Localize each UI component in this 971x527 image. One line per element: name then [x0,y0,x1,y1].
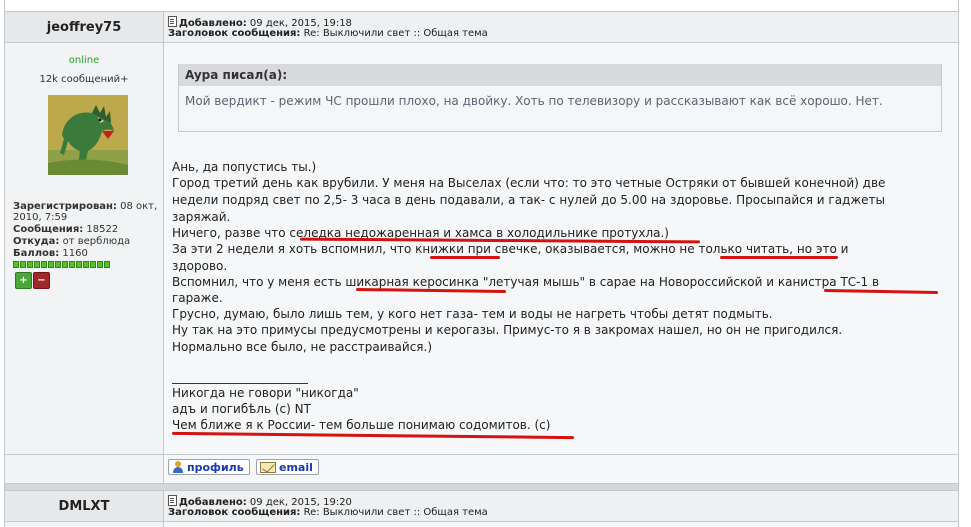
reputation-cell [41,261,47,268]
reputation-cell [13,261,19,268]
reputation-cell [48,261,54,268]
messages-label: Сообщения: [13,224,84,235]
reputation-cell [90,261,96,268]
post-text-line: Ну так на это примусы предусмотрены и ке… [172,323,843,337]
reputation-cell [62,261,68,268]
post-text-line: За эти 2 недели я хоть вспомнил, что кни… [172,242,849,256]
post1-username[interactable]: jeoffrey75 [47,20,122,35]
post-text-line: Вспомнил, что у меня есть шикарная керос… [172,275,880,289]
post-text-line: Грусно, думаю, было лишь тем, у кого нет… [172,307,773,321]
reputation-cell [83,261,89,268]
post2-username-cell: DMLXT [5,491,164,521]
thumbs-down-icon[interactable]: − [33,272,50,289]
profile-points: Баллов: 1160 [13,248,88,259]
online-status: online [68,55,100,66]
from-value: от верблюда [62,236,131,247]
message-count-badge: 12k сообщений+ [39,74,129,85]
post-doc-icon[interactable] [168,16,177,27]
post2-header: Добавлено: 09 дек, 2015, 19:20 Заголовок… [164,491,958,521]
profile-from: Откуда: от верблюда [13,236,130,247]
reputation-cell [20,261,26,268]
thumbs-up-icon[interactable]: + [15,272,32,289]
reputation-cell [55,261,61,268]
registered-value-part2: 2010, 7:59 [13,212,68,223]
post2-subject-row: Заголовок сообщения: Re: Выключили свет … [168,507,488,519]
post-text-line: здорово. [172,259,228,273]
post-text-line: Нормально все было, не расстраивайся.) [172,340,433,354]
reputation-cell [76,261,82,268]
post-doc-icon[interactable] [168,495,177,506]
post1-profile-column: online 12k сообщений+ Зарегистрирован: 0… [5,43,164,454]
registered-value-part1: 08 окт, [120,201,158,212]
points-label: Баллов: [13,248,60,259]
profile-registered: Зарегистрирован: 08 окт, 2010, 7:59 [13,201,157,223]
signature-line: Никогда не говори "никогда" [172,386,359,400]
post-text-line: недели подряд свет по 2,5- 3 часа в день… [172,193,886,207]
envelope-icon [260,461,276,473]
post-text-line: Ань, да попустись ты.) [172,160,317,174]
post1-subject-label: Заголовок сообщения: [168,28,301,39]
profile-messages: Сообщения: 18522 [13,224,118,235]
points-value: 1160 [62,248,88,259]
user-icon [172,461,184,473]
email-button-label: email [279,460,313,474]
quote-text: Мой вердикт - режим ЧС прошли плохо, на … [178,86,942,132]
reputation-cell [97,261,103,268]
profile-button[interactable]: профиль [168,459,250,475]
post1-subject-value: Re: Выключили свет :: Общая тема [303,28,488,39]
from-label: Откуда: [13,236,60,247]
highlight-underline [430,256,500,259]
post1-footer-left [5,455,164,483]
post2-profile-column [5,522,164,527]
table-border-right [958,0,959,527]
post-text-line: заряжай. [172,210,231,224]
email-button[interactable]: email [256,459,319,475]
highlight-underline [720,256,838,259]
post1-subject-row: Заголовок сообщения: Re: Выключили свет … [168,28,488,40]
reputation-cell [104,261,110,268]
profile-button-label: профиль [187,460,244,474]
quote-header: Aypa писал(а): [178,64,942,86]
post2-username[interactable]: DMLXT [59,499,110,514]
post-text-line: Город третий день как врубили. У меня на… [172,176,886,190]
post1-top-border [4,11,959,12]
post1-header: Добавлено: 09 дек, 2015, 19:18 Заголовок… [164,12,958,42]
post2-subject-label: Заголовок сообщения: [168,507,301,518]
reputation-cell [69,261,75,268]
avatar[interactable] [48,95,128,175]
post1-username-cell: jeoffrey75 [5,12,164,42]
signature-line: адъ и погибѣль (с) NT [172,402,311,416]
signature-divider [172,383,308,384]
reputation-cell [27,261,33,268]
messages-value: 18522 [86,224,119,235]
registered-label: Зарегистрирован: [13,201,117,212]
avatar-dinosaur-image [48,95,128,175]
signature-line: Чем ближе я к России- тем больше понимаю… [172,418,551,432]
post2-body [164,522,958,527]
reputation-cell [34,261,40,268]
reputation-bar [13,261,110,268]
post-text-line: гараже. [172,291,223,305]
post2-subject-value: Re: Выключили свет :: Общая тема [303,507,488,518]
